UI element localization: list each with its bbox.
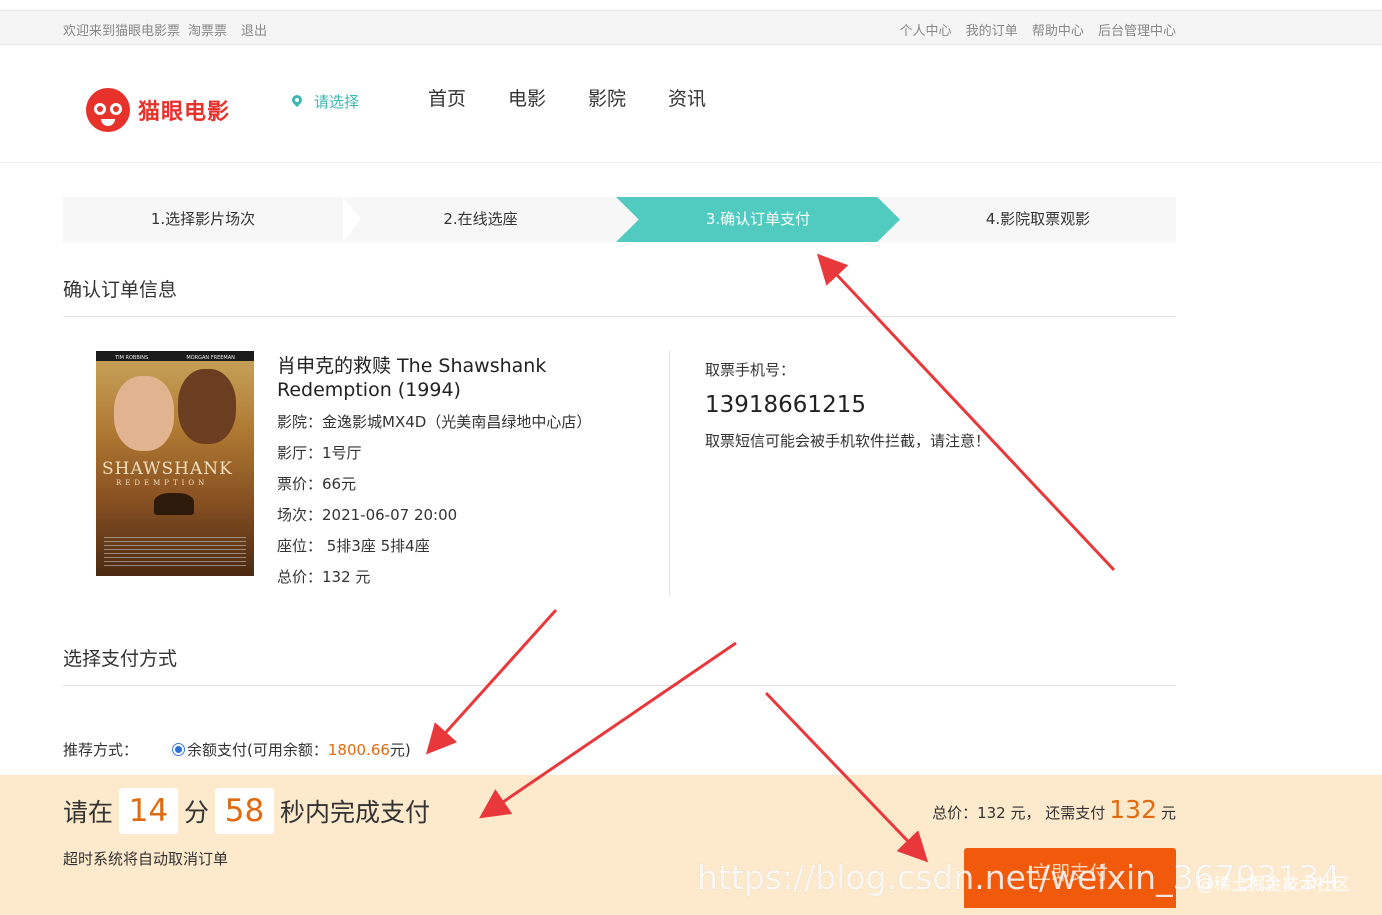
amount-due-line: 总价：132 元， 还需支付 132 元 <box>932 795 1176 824</box>
top-bar-left: 欢迎来到猫眼电影票 淘票票 退出 <box>63 20 275 39</box>
taopiaopiao-link[interactable]: 淘票票 <box>188 24 227 39</box>
divider <box>63 316 1176 317</box>
total-text: 总价：132 元， 还需支付 <box>932 804 1106 822</box>
balance-pay-radio[interactable] <box>172 743 186 756</box>
recommend-label: 推荐方式： <box>63 741 139 759</box>
countdown-prefix: 请在 <box>63 798 114 827</box>
movie-poster: TIM ROBBINS MORGAN FREEMAN SHAWSHANK RED… <box>96 351 254 576</box>
step-select-seat: 2.在线选座 <box>443 210 518 228</box>
payment-option-row: 推荐方式： 余额支付(可用余额： 1800.66 元) <box>63 739 411 760</box>
welcome-text: 欢迎来到猫眼电影票 <box>63 24 181 39</box>
poster-title: SHAWSHANK <box>102 459 233 479</box>
countdown: 请在 14 分 58 秒内完成支付 <box>63 788 430 834</box>
seats: 座位： 5排3座 5排4座 <box>277 537 430 555</box>
link-help-center[interactable]: 帮助中心 <box>1032 24 1084 39</box>
minute-unit: 分 <box>184 798 210 827</box>
phone-label: 取票手机号： <box>705 361 796 379</box>
poster-actor: MORGAN FREEMAN <box>186 355 235 361</box>
vertical-divider <box>669 350 670 596</box>
balance-pay-prefix: 余额支付(可用余额： <box>187 741 328 759</box>
balance-pay-suffix: 元) <box>389 741 411 759</box>
phone-tip: 取票短信可能会被手机软件拦截，请注意！ <box>705 432 991 450</box>
cinema-name: 影院：金逸影城MX4D（光美南昌绿地中心店） <box>277 413 592 431</box>
nav-home[interactable]: 首页 <box>428 88 466 110</box>
nav-cinemas[interactable]: 影院 <box>588 88 626 110</box>
city-selector[interactable]: 请选择 <box>292 91 359 112</box>
nav-news[interactable]: 资讯 <box>668 88 706 110</box>
amount-unit: 元 <box>1160 804 1176 822</box>
countdown-suffix: 秒内完成支付 <box>280 798 431 827</box>
showtime: 场次：2021-06-07 20:00 <box>277 506 458 524</box>
link-my-orders[interactable]: 我的订单 <box>966 24 1018 39</box>
logout-link[interactable]: 退出 <box>241 24 267 39</box>
site-header: 猫眼电影 请选择 首页 电影 影院 资讯 <box>0 46 1382 163</box>
available-balance: 1800.66 <box>327 740 390 759</box>
divider <box>63 685 1176 686</box>
order-section-title: 确认订单信息 <box>63 279 178 301</box>
timeout-note: 超时系统将自动取消订单 <box>63 850 229 868</box>
order-steps: 1.选择影片场次 2.在线选座 3.确认订单支付 4.影院取票观影 <box>63 197 1176 242</box>
step-select-showtime: 1.选择影片场次 <box>150 210 256 228</box>
watermark-community: @稀土掘金技术社区 <box>1197 875 1350 895</box>
step-pickup-ticket: 4.影院取票观影 <box>985 210 1091 228</box>
hall-name: 影厅：1号厅 <box>277 444 362 462</box>
payment-section-title: 选择支付方式 <box>63 648 178 670</box>
countdown-minutes: 14 <box>119 788 179 834</box>
countdown-seconds: 58 <box>215 788 275 834</box>
movie-name: 肖申克的救赎 The Shawshank Redemption (1994) <box>277 355 547 401</box>
nav-movies[interactable]: 电影 <box>508 88 546 110</box>
link-personal-center[interactable]: 个人中心 <box>900 24 952 39</box>
poster-actor: TIM ROBBINS <box>115 355 149 361</box>
link-admin-center[interactable]: 后台管理中心 <box>1098 24 1176 39</box>
step-confirm-pay: 3.确认订单支付 <box>705 210 811 228</box>
ticket-price: 票价：66元 <box>277 475 357 493</box>
top-bar: 欢迎来到猫眼电影票 淘票票 退出 个人中心 我的订单 帮助中心 后台管理中心 <box>0 10 1382 45</box>
location-pin-icon <box>292 95 302 109</box>
total-price: 总价：132 元 <box>277 568 371 586</box>
cat-logo-icon <box>86 88 130 132</box>
movie-info: 肖申克的救赎 The Shawshank Redemption (1994) 影… <box>277 354 637 588</box>
site-logo[interactable]: 猫眼电影 <box>86 88 230 132</box>
amount-due: 132 <box>1109 795 1157 824</box>
city-label: 请选择 <box>314 93 360 111</box>
annotation-arrow <box>425 608 558 755</box>
top-bar-links: 个人中心 我的订单 帮助中心 后台管理中心 <box>890 20 1176 39</box>
poster-subtitle: REDEMPTION <box>116 479 209 487</box>
main-nav: 首页 电影 影院 资讯 <box>428 84 748 111</box>
phone-number: 13918661215 <box>705 392 866 418</box>
logo-text: 猫眼电影 <box>138 100 231 125</box>
